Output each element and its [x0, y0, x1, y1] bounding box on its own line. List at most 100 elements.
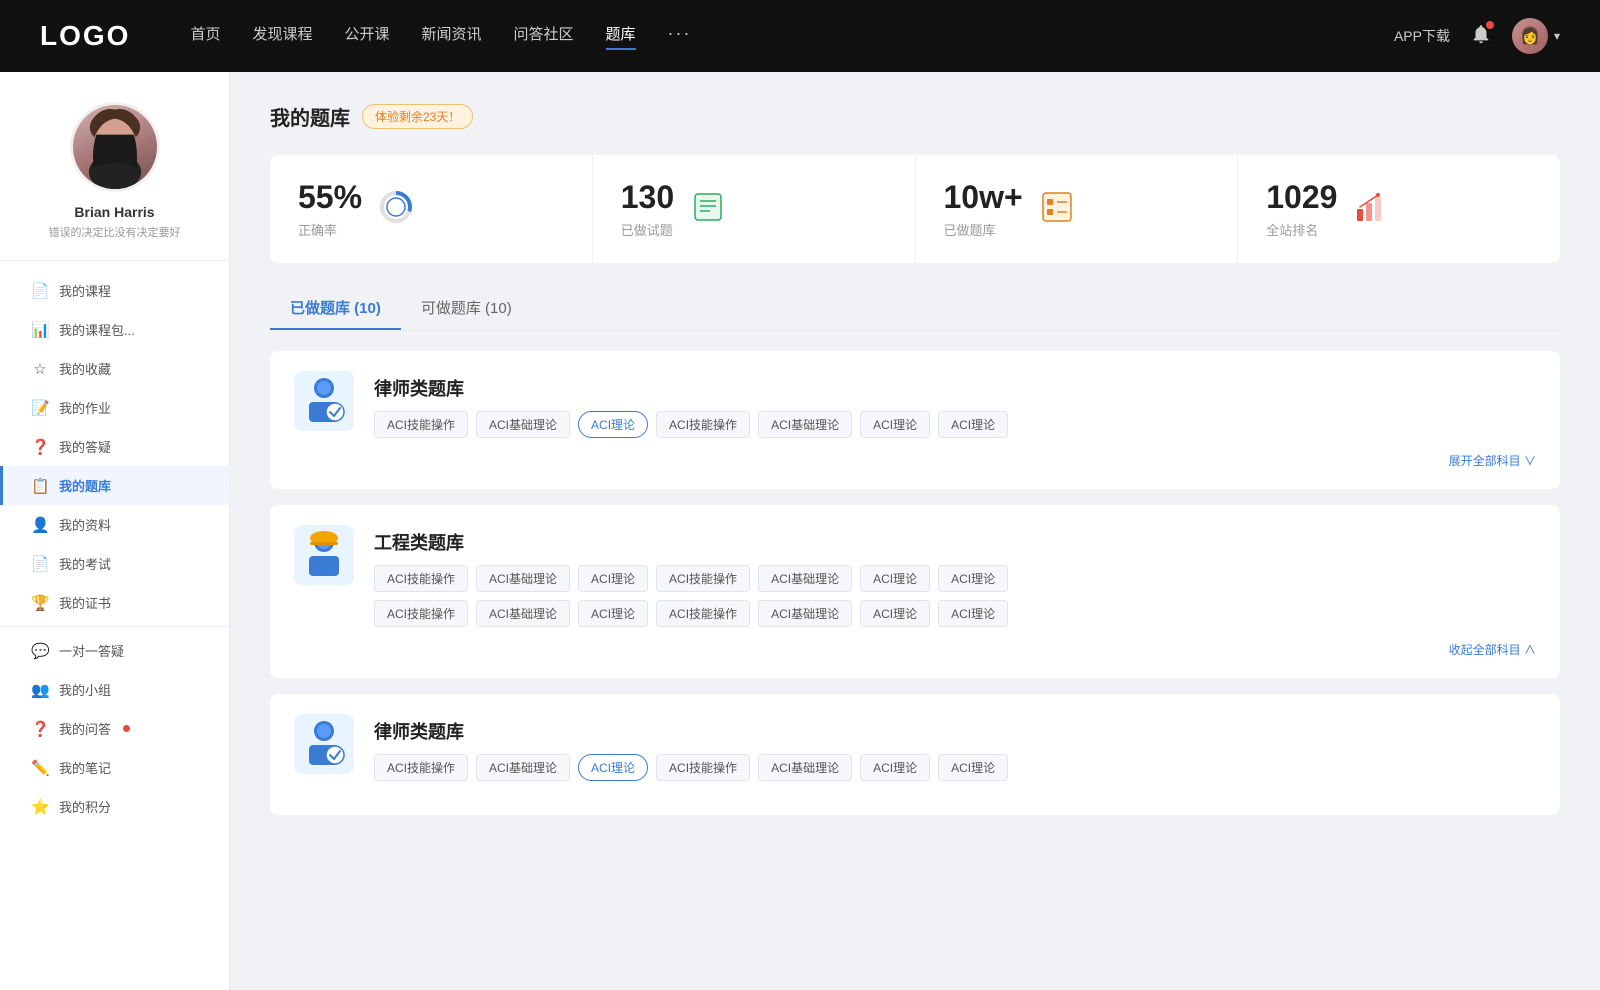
- sidebar-item-notes[interactable]: ✏️ 我的笔记: [0, 748, 229, 787]
- sidebar-item-one-on-one[interactable]: 💬 一对一答疑: [0, 631, 229, 670]
- qbank-header-lawyer-1: 律师类题库 ACI技能操作 ACI基础理论 ACI理论 ACI技能操作 ACI基…: [294, 371, 1536, 438]
- profile-motto: 错误的决定比没有决定要好: [20, 224, 209, 240]
- tag-item-active[interactable]: ACI理论: [578, 754, 648, 781]
- tab-done[interactable]: 已做题库 (10): [270, 287, 401, 330]
- stat-list-icon: [1039, 189, 1075, 230]
- qbank-engineer-title: 工程类题库 ACI技能操作 ACI基础理论 ACI理论 ACI技能操作 ACI基…: [374, 525, 1008, 627]
- app-download-button[interactable]: APP下载: [1394, 26, 1450, 46]
- sidebar: Brian Harris 错误的决定比没有决定要好 📄 我的课程 📊 我的课程包…: [0, 72, 230, 990]
- tag-item[interactable]: ACI理论: [938, 411, 1008, 438]
- nav-news[interactable]: 新闻资讯: [422, 23, 482, 50]
- tags-row-engineer-2: ACI技能操作 ACI基础理论 ACI理论 ACI技能操作 ACI基础理论 AC…: [374, 600, 1008, 627]
- tag-item[interactable]: ACI技能操作: [374, 600, 468, 627]
- nav-discover[interactable]: 发现课程: [252, 23, 312, 50]
- tags-row-lawyer-2: ACI技能操作 ACI基础理论 ACI理论 ACI技能操作 ACI基础理论 AC…: [374, 754, 1008, 781]
- points-icon: ⭐: [31, 798, 49, 816]
- nav-links: 首页 发现课程 公开课 新闻资讯 问答社区 题库 ···: [190, 23, 1394, 50]
- cert-icon: 🏆: [31, 594, 49, 612]
- tag-item[interactable]: ACI基础理论: [476, 411, 570, 438]
- tag-item[interactable]: ACI理论: [860, 754, 930, 781]
- nav-more[interactable]: ···: [668, 23, 692, 50]
- stat-done-questions: 130 已做试题: [593, 155, 916, 263]
- notification-bell[interactable]: [1470, 23, 1492, 50]
- nav-qa[interactable]: 问答社区: [514, 23, 574, 50]
- homework-icon: 📝: [31, 399, 49, 417]
- tag-item[interactable]: ACI技能操作: [656, 565, 750, 592]
- nav-home[interactable]: 首页: [190, 23, 220, 50]
- sidebar-label-my-qa: 我的问答: [59, 719, 111, 738]
- sidebar-item-profile[interactable]: 👤 我的资料: [0, 505, 229, 544]
- tag-item[interactable]: ACI基础理论: [758, 565, 852, 592]
- tag-item[interactable]: ACI基础理论: [758, 754, 852, 781]
- sidebar-item-my-qa[interactable]: ❓ 我的问答: [0, 709, 229, 748]
- tab-row: 已做题库 (10) 可做题库 (10): [270, 287, 1560, 331]
- sidebar-item-course-package[interactable]: 📊 我的课程包...: [0, 310, 229, 349]
- tag-item[interactable]: ACI理论: [860, 411, 930, 438]
- stats-row: 55% 正确率 130 已做试题: [270, 155, 1560, 263]
- stat-done-text: 130 已做试题: [621, 179, 674, 239]
- tag-item[interactable]: ACI技能操作: [374, 565, 468, 592]
- sidebar-label-questions: 我的答疑: [59, 437, 111, 456]
- qbank-card-engineer: 工程类题库 ACI技能操作 ACI基础理论 ACI理论 ACI技能操作 ACI基…: [270, 505, 1560, 678]
- stat-banks-value: 10w+: [944, 179, 1023, 216]
- tab-available[interactable]: 可做题库 (10): [401, 287, 532, 330]
- tag-item[interactable]: ACI基础理论: [476, 754, 570, 781]
- tag-item[interactable]: ACI技能操作: [656, 411, 750, 438]
- course-package-icon: 📊: [31, 321, 49, 339]
- tag-item[interactable]: ACI基础理论: [758, 411, 852, 438]
- profile-name: Brian Harris: [20, 204, 209, 220]
- tag-item[interactable]: ACI理论: [578, 600, 648, 627]
- qbank-header-engineer: 工程类题库 ACI技能操作 ACI基础理论 ACI理论 ACI技能操作 ACI基…: [294, 525, 1536, 627]
- expand-link-lawyer-1[interactable]: 展开全部科目 ∨: [294, 452, 1536, 469]
- tag-item[interactable]: ACI理论: [860, 600, 930, 627]
- logo[interactable]: LOGO: [40, 20, 130, 52]
- profile-section: Brian Harris 错误的决定比没有决定要好: [0, 102, 229, 261]
- sidebar-label-group: 我的小组: [59, 680, 111, 699]
- tag-item[interactable]: ACI理论: [938, 565, 1008, 592]
- tag-item[interactable]: ACI基础理论: [476, 565, 570, 592]
- nav-public[interactable]: 公开课: [344, 23, 389, 50]
- sidebar-label-favorites: 我的收藏: [59, 359, 111, 378]
- sidebar-item-points[interactable]: ⭐ 我的积分: [0, 787, 229, 826]
- stat-done-label: 已做试题: [621, 220, 674, 239]
- qbank-lawyer-title-2: 律师类题库 ACI技能操作 ACI基础理论 ACI理论 ACI技能操作 ACI基…: [374, 714, 1008, 781]
- trial-badge: 体验剩余23天！: [362, 104, 473, 129]
- sidebar-item-exam[interactable]: 📄 我的考试: [0, 544, 229, 583]
- stat-rank-value: 1029: [1266, 179, 1337, 216]
- sidebar-item-questions[interactable]: ❓ 我的答疑: [0, 427, 229, 466]
- sidebar-label-one-on-one: 一对一答疑: [59, 641, 124, 660]
- navbar: LOGO 首页 发现课程 公开课 新闻资讯 问答社区 题库 ··· APP下载 …: [0, 0, 1600, 72]
- collapse-link-engineer[interactable]: 收起全部科目 ∧: [294, 641, 1536, 658]
- tag-item[interactable]: ACI理论: [938, 600, 1008, 627]
- tag-item[interactable]: ACI技能操作: [656, 600, 750, 627]
- sidebar-item-cert[interactable]: 🏆 我的证书: [0, 583, 229, 622]
- sidebar-item-my-course[interactable]: 📄 我的课程: [0, 271, 229, 310]
- exam-icon: 📄: [31, 555, 49, 573]
- page-body: Brian Harris 错误的决定比没有决定要好 📄 我的课程 📊 我的课程包…: [0, 72, 1600, 990]
- tag-item[interactable]: ACI理论: [578, 565, 648, 592]
- qbank-lawyer-title-1: 律师类题库 ACI技能操作 ACI基础理论 ACI理论 ACI技能操作 ACI基…: [374, 371, 1008, 438]
- tag-item[interactable]: ACI基础理论: [476, 600, 570, 627]
- nav-qbank[interactable]: 题库: [606, 23, 636, 50]
- stat-accuracy: 55% 正确率: [270, 155, 593, 263]
- user-avatar-wrap[interactable]: 👩 ▾: [1512, 18, 1560, 54]
- sidebar-item-group[interactable]: 👥 我的小组: [0, 670, 229, 709]
- avatar-illustration: [73, 105, 157, 189]
- tag-item-active[interactable]: ACI理论: [578, 411, 648, 438]
- sidebar-item-homework[interactable]: 📝 我的作业: [0, 388, 229, 427]
- tags-row-lawyer-1: ACI技能操作 ACI基础理论 ACI理论 ACI技能操作 ACI基础理论 AC…: [374, 411, 1008, 438]
- one-on-one-icon: 💬: [31, 642, 49, 660]
- qbank-lawyer-icon-1: [294, 371, 354, 431]
- tag-item[interactable]: ACI技能操作: [374, 754, 468, 781]
- tag-item[interactable]: ACI理论: [938, 754, 1008, 781]
- sidebar-item-qbank[interactable]: 📋 我的题库: [0, 466, 229, 505]
- tag-item[interactable]: ACI基础理论: [758, 600, 852, 627]
- qbank-icon: 📋: [31, 477, 49, 495]
- tag-item[interactable]: ACI技能操作: [656, 754, 750, 781]
- qbank-card-lawyer-2: 律师类题库 ACI技能操作 ACI基础理论 ACI理论 ACI技能操作 ACI基…: [270, 694, 1560, 815]
- stat-done-value: 130: [621, 179, 674, 216]
- tag-item[interactable]: ACI理论: [860, 565, 930, 592]
- stat-bar-icon: [1353, 189, 1389, 230]
- sidebar-item-favorites[interactable]: ☆ 我的收藏: [0, 349, 229, 388]
- tag-item[interactable]: ACI技能操作: [374, 411, 468, 438]
